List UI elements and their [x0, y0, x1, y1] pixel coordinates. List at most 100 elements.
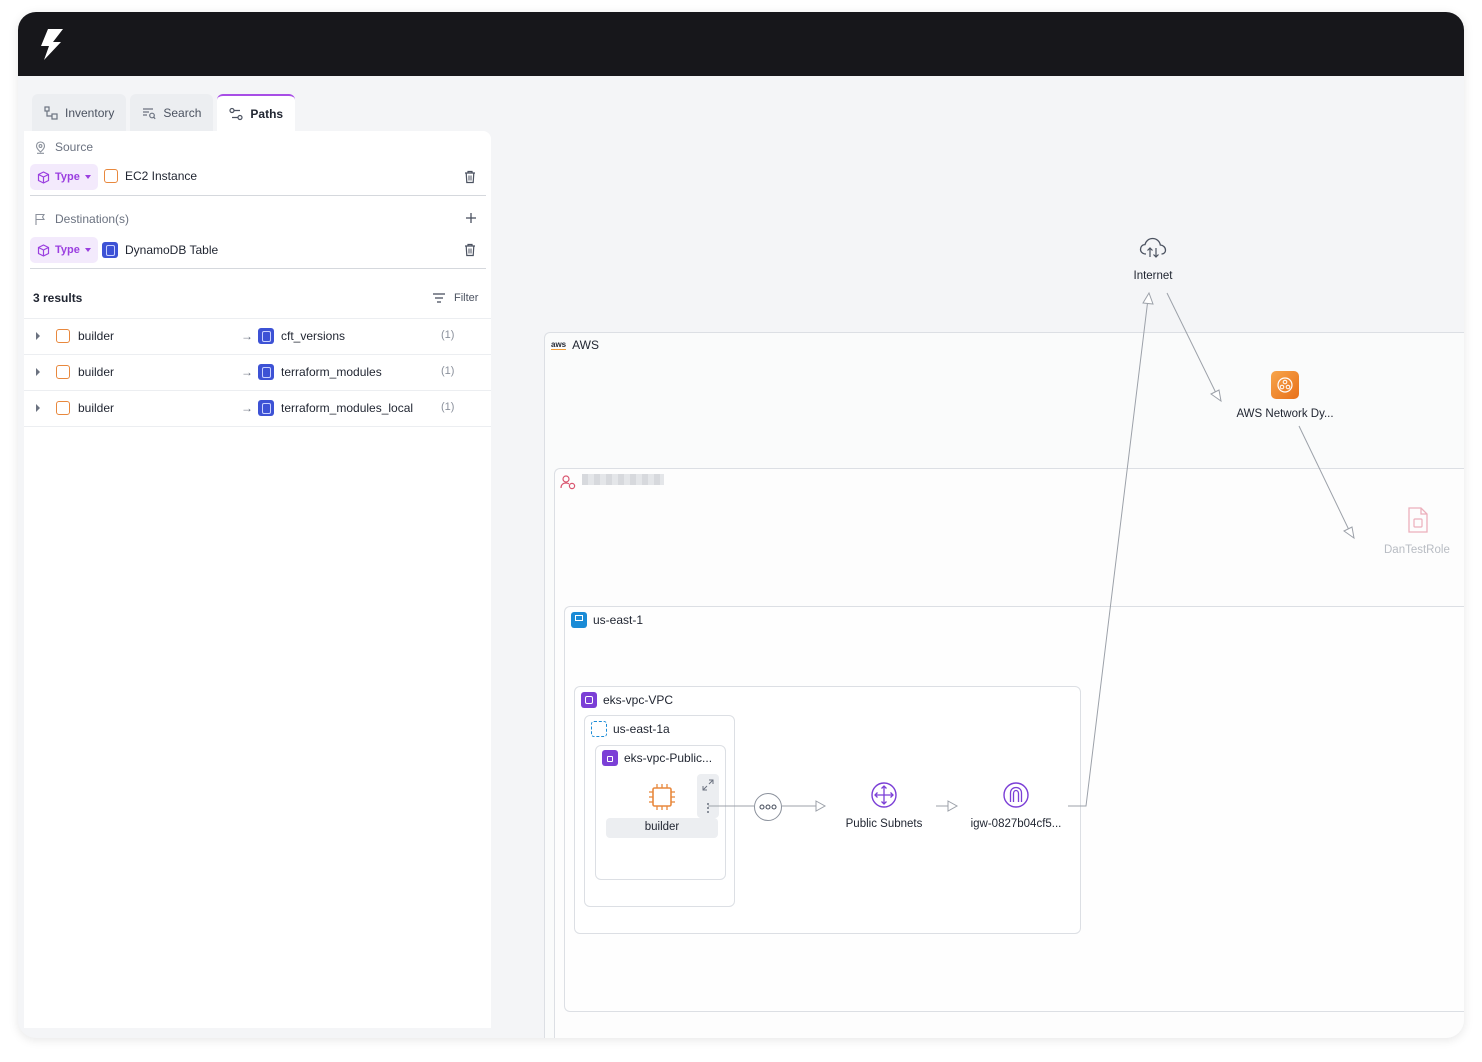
arrow-right-icon: → [241, 365, 253, 379]
dynamodb-table-icon [258, 364, 274, 380]
result-row[interactable]: builder → cft_versions (1) [24, 319, 491, 355]
dynamodb-table-icon [258, 400, 274, 416]
expand-icon[interactable] [702, 779, 714, 791]
destination-resource-label: DynamoDB Table [125, 243, 219, 257]
network-firewall-icon[interactable] [1271, 371, 1299, 399]
redacted-account-name [582, 474, 664, 485]
region-label: us-east-1 [593, 613, 644, 627]
availability-zone-icon [591, 721, 607, 737]
expand-icon[interactable] [36, 332, 40, 340]
ec2-instance-icon[interactable] [648, 783, 676, 811]
source-resource[interactable]: EC2 Instance [104, 169, 197, 183]
cube-icon [37, 243, 50, 257]
result-count: (1) [441, 401, 455, 413]
results-count: 3 results [33, 291, 83, 305]
chevron-down-icon [84, 248, 91, 252]
connector-node[interactable] [754, 793, 782, 821]
aws-group-label: aws AWS [551, 338, 599, 352]
more-vertical-icon[interactable] [705, 802, 711, 814]
cube-icon [37, 170, 50, 184]
divider [30, 195, 486, 196]
source-type-chip[interactable]: Type [30, 164, 98, 190]
tab-paths[interactable]: Paths [217, 94, 296, 132]
az-label-row: us-east-1a [591, 721, 670, 737]
internet-label: Internet [1133, 270, 1173, 282]
destination-type-chip[interactable]: Type [30, 237, 98, 263]
expand-icon[interactable] [36, 404, 40, 412]
destination-section-label: Destination(s) [34, 212, 129, 226]
inventory-icon [44, 106, 58, 120]
dynamodb-table-icon [258, 328, 274, 344]
delete-source-icon[interactable] [463, 170, 477, 184]
result-count: (1) [441, 329, 455, 341]
chevron-down-icon [84, 175, 91, 179]
builder-node-label: builder [644, 821, 680, 833]
role-label: DanTestRole [1384, 544, 1450, 556]
vpc-label: eks-vpc-VPC [603, 693, 674, 707]
ec2-instance-icon [56, 401, 70, 415]
aws-network-label: AWS Network Dy... [1236, 408, 1334, 420]
delete-destination-icon[interactable] [463, 243, 477, 257]
ec2-instance-icon [56, 365, 70, 379]
divider [30, 268, 486, 269]
vpc-icon [581, 692, 597, 708]
tab-paths-label: Paths [250, 107, 284, 121]
public-subnets-label: Public Subnets [845, 818, 923, 830]
result-source: builder [78, 401, 115, 415]
network-icon [1277, 377, 1293, 393]
iam-role-icon[interactable] [1406, 506, 1430, 534]
add-destination-icon[interactable] [465, 212, 477, 224]
top-bar [18, 12, 1464, 76]
subnet-label-row: eks-vpc-Public... [602, 750, 712, 766]
result-target: terraform_modules [281, 365, 382, 379]
result-target: terraform_modules_local [281, 401, 414, 415]
source-resource-label: EC2 Instance [125, 169, 198, 183]
tab-inventory[interactable]: Inventory [32, 94, 127, 132]
tab-inventory-label: Inventory [65, 106, 115, 120]
app-window: Inventory Search Paths Source Type EC2 I… [18, 12, 1464, 1038]
source-type-label: Type [55, 171, 80, 183]
account-icon [560, 475, 576, 490]
aws-logo-icon: aws [551, 339, 567, 350]
result-count: (1) [441, 365, 455, 377]
source-section-label: Source [34, 140, 93, 154]
az-label: us-east-1a [613, 722, 670, 736]
arrow-right-icon: → [241, 401, 253, 415]
paths-panel: Source Type EC2 Instance Destination(s) … [24, 131, 491, 1028]
ec2-instance-icon [104, 169, 118, 183]
subnet-label: eks-vpc-Public... [624, 751, 713, 765]
ec2-instance-icon [56, 329, 70, 343]
aws-label: AWS [572, 338, 600, 352]
region-label-row: us-east-1 [571, 612, 643, 628]
result-row[interactable]: builder → terraform_modules (1) [24, 355, 491, 391]
destination-resource[interactable]: DynamoDB Table [102, 242, 218, 258]
tab-search[interactable]: Search [130, 94, 214, 132]
result-source: builder [78, 365, 115, 379]
flag-icon [35, 213, 45, 225]
arrow-right-icon: → [241, 329, 253, 343]
search-icon [143, 108, 156, 120]
router-icon[interactable] [870, 781, 898, 809]
location-pin-icon [35, 140, 46, 154]
internet-gateway-icon[interactable] [1002, 781, 1030, 809]
destination-label: Destination(s) [55, 212, 130, 226]
filter-icon [433, 293, 445, 303]
filter-label: Filter [454, 292, 479, 304]
result-row[interactable]: builder → terraform_modules_local (1) [24, 391, 491, 427]
paths-icon [229, 107, 243, 121]
result-source: builder [78, 329, 115, 343]
expand-icon[interactable] [36, 368, 40, 376]
destination-type-label: Type [55, 244, 80, 256]
subnet-lock-icon [602, 750, 618, 766]
filter-button[interactable]: Filter [432, 292, 478, 304]
app-logo[interactable] [34, 26, 70, 62]
source-label: Source [55, 140, 94, 154]
ellipsis-icon [759, 804, 777, 810]
dynamodb-table-icon [102, 242, 118, 258]
region-flag-icon [571, 612, 587, 628]
tab-search-label: Search [163, 106, 202, 120]
igw-label: igw-0827b04cf5... [970, 818, 1062, 830]
result-target: cft_versions [281, 329, 346, 343]
cloud-icon[interactable] [1139, 237, 1167, 259]
vpc-label-row: eks-vpc-VPC [581, 692, 673, 708]
